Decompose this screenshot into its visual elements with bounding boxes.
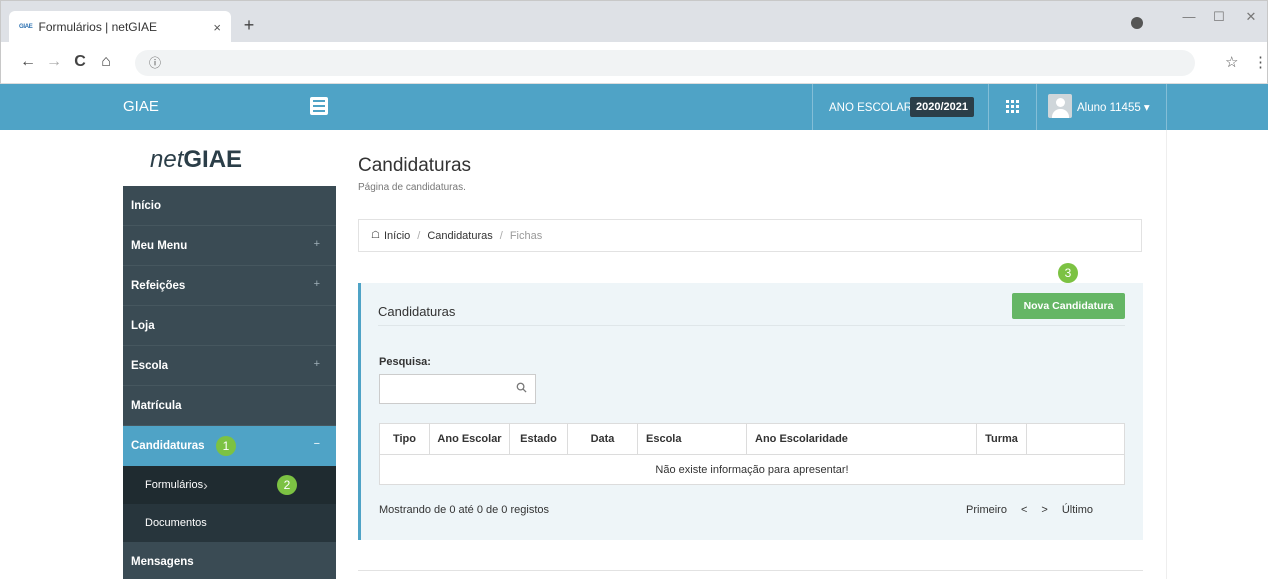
expand-plus-icon: + — [313, 358, 320, 370]
panel-title: Candidaturas — [378, 304, 456, 319]
sidebar: Início Meu Menu + Refeições + Loja Escol… — [123, 186, 336, 579]
close-window-button[interactable]: ✕ — [1241, 9, 1261, 25]
brand-name[interactable]: GIAE — [123, 98, 159, 115]
candidaturas-panel — [358, 283, 1143, 540]
pager-first[interactable]: Primeiro — [966, 504, 1007, 516]
new-candidatura-button[interactable]: Nova Candidatura — [1012, 293, 1125, 319]
column-header-ano-escolaridade[interactable]: Ano Escolaridade — [746, 423, 977, 455]
column-header-estado[interactable]: Estado — [509, 423, 568, 455]
home-icon: ☖ — [371, 230, 380, 241]
sidebar-item-matricula[interactable]: Matrícula — [123, 386, 336, 426]
breadcrumb-candidaturas[interactable]: Candidaturas — [427, 230, 492, 242]
address-field[interactable]: ⓘ — [135, 50, 1195, 76]
column-header-tipo[interactable]: Tipo — [379, 423, 430, 455]
sidebar-item-refeicoes[interactable]: Refeições + — [123, 266, 336, 306]
sidebar-subitem-documentos[interactable]: Documentos — [123, 504, 336, 542]
search-field[interactable] — [379, 374, 536, 404]
pager-prev[interactable]: < — [1021, 504, 1027, 516]
sidebar-item-inicio[interactable]: Início — [123, 186, 336, 226]
home-icon[interactable]: ⌂ — [97, 52, 115, 72]
empty-table-message: Não existe informação para apresentar! — [379, 454, 1125, 485]
candidaturas-table: Tipo Ano Escolar Estado Data Escola Ano … — [379, 423, 1125, 485]
breadcrumb: ☖ Início / Candidaturas / Fichas — [358, 219, 1142, 252]
expand-plus-icon: + — [313, 238, 320, 250]
page-title: Candidaturas — [358, 155, 472, 176]
search-input[interactable] — [380, 375, 510, 403]
tab-title: Formulários | netGIAE — [38, 20, 157, 34]
giae-favicon-icon: GIAE — [19, 24, 33, 30]
breadcrumb-fichas: Fichas — [509, 229, 543, 242]
expand-plus-icon: + — [313, 278, 320, 290]
pager-last[interactable]: Último — [1062, 504, 1093, 516]
page-subtitle: Página de candidaturas. — [358, 182, 466, 193]
pager-next[interactable]: > — [1041, 504, 1047, 516]
sidebar-item-meu-menu[interactable]: Meu Menu + — [123, 226, 336, 266]
browser-tab-bar: GIAE Formulários | netGIAE × + — ☐ ✕ — [0, 0, 1268, 43]
maximize-button[interactable]: ☐ — [1209, 9, 1229, 25]
apps-grid-icon[interactable] — [1006, 100, 1019, 113]
back-icon[interactable]: ← — [19, 52, 37, 72]
search-label: Pesquisa: — [379, 356, 431, 368]
netgiae-logo: netGIAE — [150, 146, 243, 173]
bookmark-star-icon[interactable]: ☆ — [1225, 53, 1238, 71]
chevron-right-icon: › — [203, 477, 208, 493]
app-header: GIAE ANO ESCOLAR 2020/2021 Aluno 11455 ▾ — [0, 84, 1268, 130]
step-badge: 1 — [216, 436, 236, 456]
search-icon — [516, 382, 527, 393]
step-badge: 2 — [277, 475, 297, 495]
avatar[interactable] — [1048, 94, 1072, 118]
browser-tab[interactable]: GIAE Formulários | netGIAE × — [9, 11, 231, 43]
new-tab-button[interactable]: + — [239, 15, 259, 35]
school-year-badge[interactable]: 2020/2021 — [910, 97, 974, 117]
browser-toolbar: ← → C ⌂ ⓘ ☆ ⋮ — [0, 42, 1268, 84]
step-badge: 3 — [1058, 263, 1078, 283]
minimize-button[interactable]: — — [1179, 9, 1199, 24]
sidebar-item-mensagens[interactable]: Mensagens — [123, 542, 336, 579]
breadcrumb-inicio[interactable]: Início — [384, 230, 410, 242]
sidebar-item-loja[interactable]: Loja — [123, 306, 336, 346]
column-header-actions — [1026, 423, 1125, 455]
reload-icon[interactable]: C — [71, 52, 89, 72]
column-header-data[interactable]: Data — [567, 423, 638, 455]
collapse-minus-icon: − — [313, 438, 320, 450]
pagination: Primeiro < > Último — [966, 504, 1093, 516]
records-info: Mostrando de 0 até 0 de 0 registos — [379, 504, 549, 516]
forward-icon[interactable]: → — [45, 52, 63, 72]
browser-menu-icon[interactable]: ⋮ — [1253, 53, 1268, 71]
user-menu[interactable]: Aluno 11455 ▾ — [1077, 100, 1150, 114]
column-header-escola[interactable]: Escola — [637, 423, 747, 455]
profile-icon[interactable] — [1131, 17, 1143, 29]
school-year-label: ANO ESCOLAR — [829, 102, 913, 114]
table-row: Não existe informação para apresentar! — [379, 454, 1125, 485]
sidebar-subitem-formularios[interactable]: Formulários 2 › — [123, 466, 336, 504]
sidebar-item-escola[interactable]: Escola + — [123, 346, 336, 386]
tab-close-icon[interactable]: × — [213, 20, 221, 35]
table-header-row: Tipo Ano Escolar Estado Data Escola Ano … — [379, 423, 1125, 455]
menu-toggle-icon[interactable] — [310, 97, 328, 115]
column-header-turma[interactable]: Turma — [976, 423, 1027, 455]
sidebar-item-candidaturas[interactable]: Candidaturas 1 − — [123, 426, 336, 466]
column-header-ano-escolar[interactable]: Ano Escolar — [429, 423, 510, 455]
